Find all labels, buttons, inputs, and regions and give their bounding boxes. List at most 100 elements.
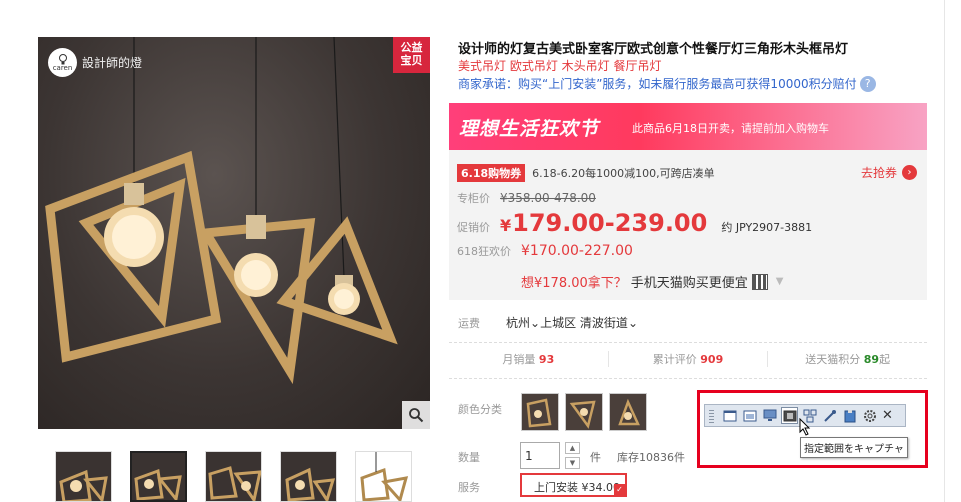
monthly-sales-label: 月销量 (502, 353, 536, 366)
brand-name: 設計師的燈 (82, 56, 143, 70)
mobile-deal-price: 想¥178.00拿下？ (521, 276, 627, 291)
window-capture-icon[interactable] (721, 407, 738, 424)
counter-price-value: ¥358.00-478.00 (500, 191, 596, 205)
divider (449, 378, 927, 379)
chevron-down-icon: ▼ (775, 276, 784, 287)
mobile-deal-row[interactable]: 想¥178.00拿下？ 手机天猫购买更便宜 ▼ (521, 272, 783, 291)
thumbnail[interactable] (355, 451, 412, 502)
quantity-unit: 件 (590, 451, 601, 464)
help-icon[interactable]: ? (859, 75, 876, 92)
qr-code-icon (751, 273, 768, 290)
lamp-thumb-image (134, 468, 182, 500)
color-option[interactable] (609, 393, 647, 431)
merchant-promise: 商家承诺：购买“上门安装”服务，如未履行服务最高可获得10000积分赔付 ? (458, 75, 876, 92)
zoom-button[interactable] (402, 401, 430, 429)
reward-points-value: 89 (863, 353, 880, 366)
sales-stats: 月销量 93 累计评价 909 送天猫积分 89起 (449, 351, 927, 367)
get-coupon-link[interactable]: 去抢券 › (861, 164, 917, 181)
close-icon[interactable]: ✕ (882, 408, 893, 423)
total-reviews[interactable]: 累计评价 909 (609, 351, 769, 367)
lamp-illustration (45, 37, 398, 385)
monthly-sales-value: 93 (538, 353, 555, 366)
checkmark-icon: ✓ (614, 484, 625, 495)
product-title: 设计师的灯复古美式卧室客厅欧式创意个性餐厅灯三角形木头框吊灯 (458, 42, 849, 57)
total-reviews-label: 累计评价 (652, 353, 697, 366)
product-main-image[interactable]: caren 設計師的燈 公益 宝贝 (38, 37, 430, 429)
currency-symbol: ¥ (500, 216, 512, 235)
banner-subtitle: 此商品6月18日开卖，请提前加入购物车 (632, 122, 829, 135)
active-window-icon[interactable] (741, 407, 758, 424)
thumbnail[interactable] (205, 451, 262, 502)
stock-count: 库存10836件 (617, 451, 685, 464)
reward-points-label: 送天猫积分 (805, 353, 861, 366)
counter-price-row: 专柜价 ¥358.00-478.00 (457, 190, 596, 206)
coupon-badge: 6.18购物券 (457, 164, 526, 182)
color-option[interactable] (521, 393, 559, 431)
charity-badge: 公益 宝贝 (393, 37, 430, 73)
coupon-text: 6.18-6.20每1000减100,可跨店凑单 (532, 167, 715, 180)
magnifier-icon (409, 408, 424, 423)
delivery-street: 清波街道 (579, 316, 628, 330)
color-option[interactable] (565, 393, 603, 431)
delivery-label: 运费 (458, 316, 480, 330)
divider (449, 342, 927, 343)
promo-price-row: 促销价 ¥179.00-239.00 约 JPY2907-3881 (457, 209, 812, 237)
product-subtitle: 美式吊灯 欧式吊灯 木头吊灯 餐厅吊灯 (458, 59, 662, 73)
eyedropper-icon[interactable] (821, 407, 838, 424)
event-price-value: ¥170.00-227.00 (521, 243, 633, 259)
arrow-right-icon: › (902, 165, 917, 180)
brand-logo: caren (48, 48, 77, 77)
chevron-down-icon: ⌄ (627, 316, 638, 330)
quantity-input[interactable]: 1 (520, 442, 560, 469)
thumbnail[interactable] (280, 451, 337, 502)
lamp-thumb-image (285, 467, 336, 501)
lamp-thumb-image (208, 466, 261, 501)
brand-watermark: caren 設計師的燈 (48, 48, 142, 77)
charity-badge-line1: 公益 (400, 41, 423, 54)
chevron-down-icon: ⌄ (530, 316, 541, 330)
lamp-thumb-image (360, 452, 409, 501)
clipboard-icon[interactable] (841, 407, 858, 424)
brand-logo-text: caren (52, 63, 73, 72)
counter-price-label: 专柜价 (457, 192, 490, 205)
region-capture-icon[interactable] (781, 407, 798, 424)
gear-icon[interactable] (861, 407, 878, 424)
product-page: caren 設計師的燈 公益 宝贝 设计师的灯复古美式卧室客厅欧式创意个性餐厅灯… (0, 0, 961, 502)
installation-service-option[interactable]: 上门安装 ¥34.00 ✓ (520, 473, 627, 497)
divider (944, 0, 945, 502)
mobile-deal-text: 手机天猫购买更便宜 (630, 276, 748, 291)
bulb-icon (58, 53, 67, 64)
delivery-city: 杭州 (506, 316, 531, 330)
mouse-cursor-icon (799, 418, 811, 436)
promo-price-label: 促销价 (457, 221, 490, 234)
tool-tooltip: 指定範囲をキャプチャ (800, 437, 908, 458)
color-swatches (521, 393, 647, 431)
lamp-swatch-image (618, 398, 640, 426)
monthly-sales: 月销量 93 (449, 351, 609, 367)
event-price-row: 618狂欢价 ¥170.00-227.00 (457, 243, 633, 259)
lamp-swatch-image (569, 400, 596, 429)
thumbnail[interactable] (55, 451, 112, 502)
quantity-increase-button[interactable]: ▲ (565, 442, 580, 454)
reward-points: 送天猫积分 89起 (768, 351, 927, 367)
screen-capture-icon[interactable] (761, 407, 778, 424)
reward-points-suffix: 起 (879, 353, 891, 366)
banner-title: 理想生活狂欢节 (459, 118, 600, 140)
charity-badge-line2: 宝贝 (400, 54, 423, 67)
service-option-label: 上门安装 ¥34.00 (534, 481, 620, 494)
thumbnail[interactable] (130, 451, 187, 502)
approx-jpy: 约 JPY2907-3881 (721, 221, 813, 234)
quantity-decrease-button[interactable]: ▼ (565, 457, 580, 469)
price-panel: 6.18购物券 6.18-6.20每1000减100,可跨店凑单 去抢券 › 专… (449, 150, 927, 300)
thumbnail-strip (55, 451, 412, 502)
event-price-label: 618狂欢价 (457, 245, 511, 258)
lamp-thumb-image (59, 469, 108, 501)
get-coupon-label: 去抢券 (860, 166, 897, 180)
color-label: 颜色分类 (458, 403, 502, 416)
delivery-district: 上城区 (540, 316, 577, 330)
merchant-promise-text[interactable]: 商家承诺：购买“上门安装”服务，如未履行服务最高可获得10000积分赔付 (458, 75, 857, 92)
quantity-label: 数量 (458, 451, 480, 464)
delivery-location[interactable]: 杭州⌄上城区 清波街道⌄ (506, 314, 638, 331)
coupon-row: 6.18购物券 6.18-6.20每1000减100,可跨店凑单 (457, 164, 715, 182)
drag-handle[interactable] (709, 408, 714, 423)
